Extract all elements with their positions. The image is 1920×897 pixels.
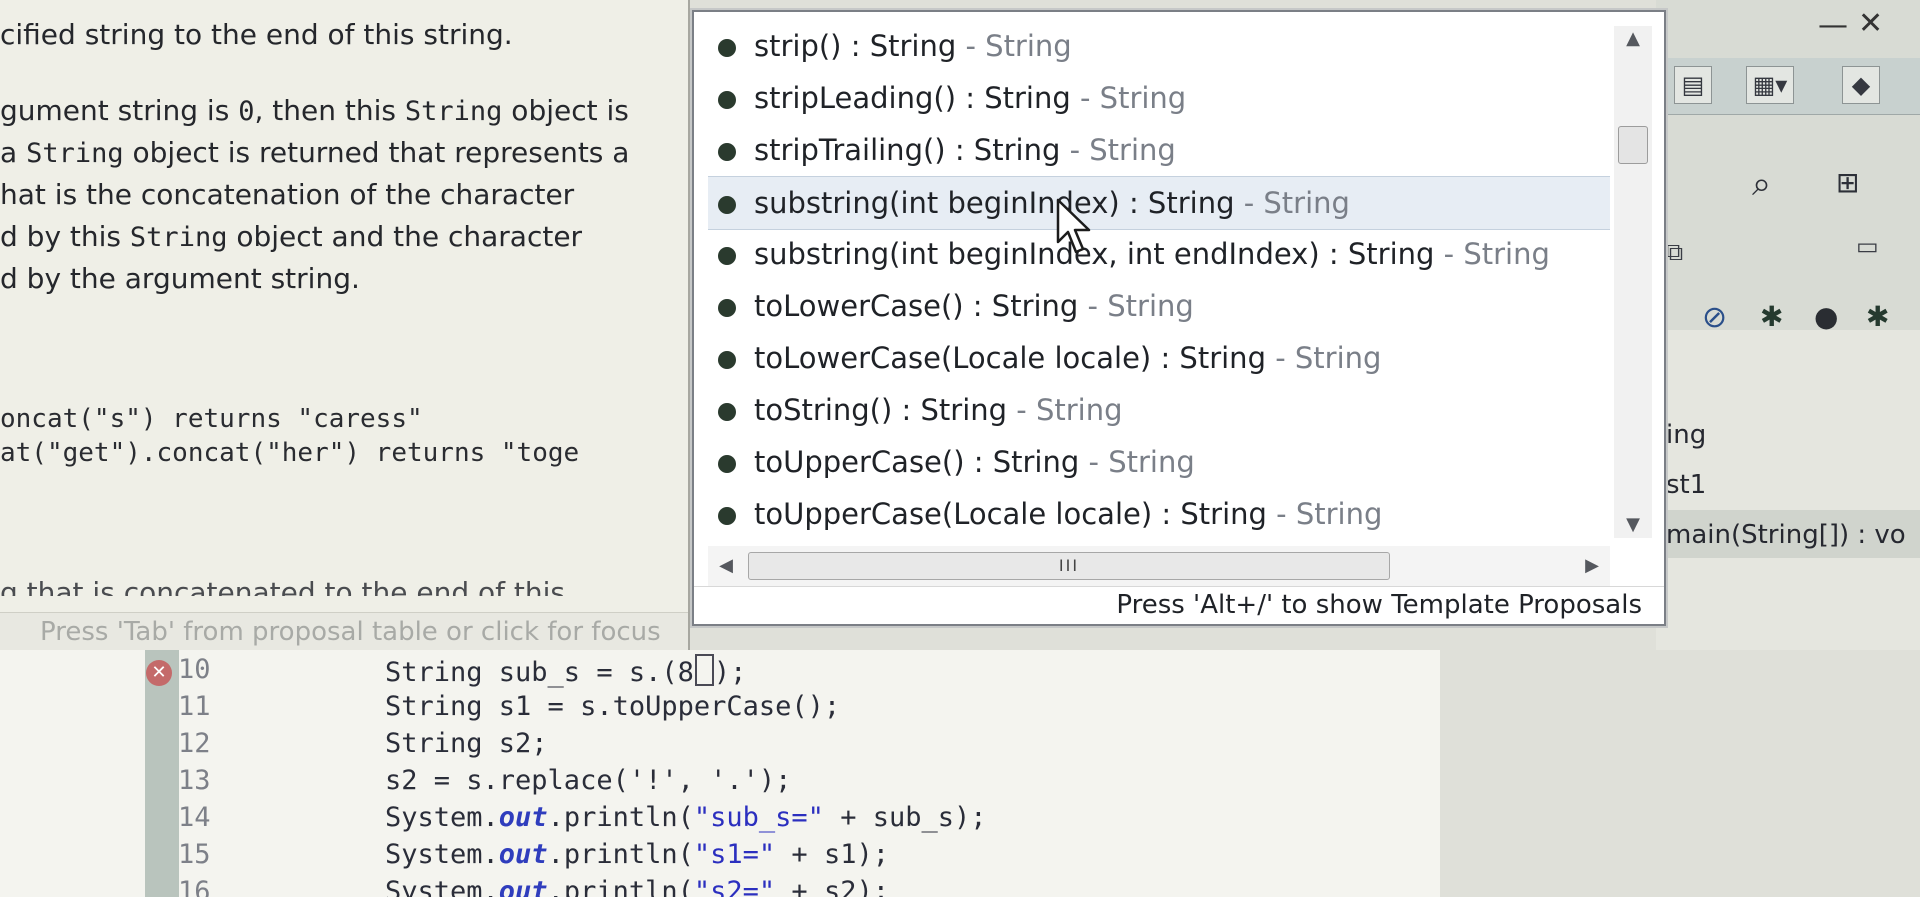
code-line[interactable]: 16 System.out.println("s2=" + s2); <box>0 872 1440 897</box>
javadoc-text-line: cified string to the end of this string. <box>0 18 513 51</box>
watch-icon[interactable]: ✱ <box>1760 300 1783 333</box>
javadoc-text-line: a String object is returned that represe… <box>0 136 630 169</box>
mouse-pointer-icon <box>1056 198 1091 254</box>
method-icon <box>718 39 736 57</box>
scroll-thumb[interactable]: III <box>748 552 1390 580</box>
proposal-item[interactable]: toLowerCase() : String - String <box>708 280 1610 332</box>
pin-icon[interactable]: ✱ <box>1866 300 1889 333</box>
proposal-item[interactable]: toString() : String - String <box>708 384 1610 436</box>
code-text[interactable]: String sub_s = s.(8); <box>385 654 746 688</box>
code-line[interactable]: 11 String s1 = s.toUpperCase(); <box>0 687 1440 724</box>
code-text[interactable]: System.out.println("s1=" + s1); <box>385 839 889 870</box>
javadoc-status-bar[interactable]: Press 'Tab' from proposal table or click… <box>0 612 688 650</box>
template-proposals-hint: Press 'Alt+/' to show Template Proposals <box>694 586 1664 623</box>
code-line[interactable]: 15 System.out.println("s1=" + s1); <box>0 835 1440 872</box>
proposal-item[interactable]: stripLeading() : String - String <box>708 72 1610 124</box>
javadoc-text-line: gument string is 0, then this String obj… <box>0 94 629 127</box>
code-text[interactable]: String s1 = s.toUpperCase(); <box>385 691 840 722</box>
javadoc-hover-panel: cified string to the end of this string.… <box>0 0 690 650</box>
method-icon <box>718 196 736 214</box>
search-icon[interactable]: ⌕ <box>1752 164 1771 204</box>
proposal-item[interactable]: stripTrailing() : String - String <box>708 124 1610 176</box>
code-text[interactable]: System.out.println("sub_s=" + sub_s); <box>385 802 987 833</box>
proposal-item[interactable]: strip() : String - String <box>708 20 1610 72</box>
error-icon[interactable]: ✕ <box>146 660 172 686</box>
outline-item[interactable]: main(String[]) : vo <box>1666 520 1906 550</box>
line-number: 13 <box>178 765 211 796</box>
restore-icon[interactable]: ⧉ <box>1666 238 1683 266</box>
minimize-icon[interactable]: ▭ <box>1856 232 1879 260</box>
code-line[interactable]: 14 System.out.println("sub_s=" + sub_s); <box>0 798 1440 835</box>
line-number: 11 <box>178 691 211 722</box>
scroll-thumb[interactable] <box>1618 126 1648 164</box>
code-editor[interactable]: ✕ 10 String sub_s = s.(8); 11 String s1 … <box>0 650 1440 897</box>
layout-icon[interactable]: ⊞ <box>1836 166 1859 199</box>
method-icon <box>718 247 736 265</box>
window-minimize-button[interactable]: — <box>1818 8 1848 43</box>
method-icon <box>718 91 736 109</box>
method-icon <box>718 403 736 421</box>
line-number: 14 <box>178 802 211 833</box>
javadoc-text-line: d by the argument string. <box>0 262 360 295</box>
window-close-button[interactable]: ✕ <box>1858 6 1883 41</box>
code-text[interactable]: s2 = s.replace('!', '.'); <box>385 765 791 796</box>
method-icon <box>718 455 736 473</box>
javadoc-example-line: at("get").concat("her") returns "toge <box>0 438 580 468</box>
clipboard-icon[interactable]: ▦▾ <box>1746 66 1794 104</box>
method-icon <box>718 143 736 161</box>
dot-icon[interactable]: ● <box>1814 300 1838 333</box>
javadoc-text-line: d by this String object and the characte… <box>0 220 583 253</box>
save-icon[interactable]: ▤ <box>1674 66 1712 104</box>
javadoc-text-line: hat is the concatenation of the characte… <box>0 178 575 211</box>
proposal-vertical-scrollbar[interactable]: ▲ ▼ <box>1614 26 1652 538</box>
ide-toolbar: ▤ ▦▾ ◆ <box>1656 58 1920 115</box>
javadoc-example-line: oncat("s") returns "caress" <box>0 404 423 434</box>
code-line[interactable]: 12 String s2; <box>0 724 1440 761</box>
outline-item[interactable]: ing <box>1666 420 1706 450</box>
proposal-list[interactable]: strip() : String - String stripLeading()… <box>708 20 1610 546</box>
code-line[interactable]: 13 s2 = s.replace('!', '.'); <box>0 761 1440 798</box>
code-text[interactable]: System.out.println("s2=" + s2); <box>385 876 889 897</box>
text-cursor <box>694 654 714 686</box>
line-number: 15 <box>178 839 211 870</box>
proposal-item[interactable]: toUpperCase(Locale locale) : String - St… <box>708 488 1610 540</box>
proposal-item[interactable]: toUpperCase() : String - String <box>708 436 1610 488</box>
method-icon <box>718 351 736 369</box>
code-text[interactable]: String s2; <box>385 728 548 759</box>
proposal-horizontal-scrollbar[interactable]: ◀ III ▶ <box>708 546 1610 586</box>
scroll-up-icon[interactable]: ▲ <box>1614 26 1652 52</box>
scroll-left-icon[interactable]: ◀ <box>708 546 744 586</box>
line-number: 12 <box>178 728 211 759</box>
scroll-down-icon[interactable]: ▼ <box>1614 512 1652 538</box>
proposal-item[interactable]: substring(int beginIndex, int endIndex) … <box>708 228 1610 280</box>
proposal-item-selected[interactable]: substring(int beginIndex) : String - Str… <box>708 176 1610 230</box>
outline-item[interactable]: st1 <box>1666 470 1706 500</box>
code-line[interactable]: ✕ 10 String sub_s = s.(8); <box>0 650 1440 688</box>
content-assist-popup[interactable]: strip() : String - String stripLeading()… <box>692 10 1666 626</box>
method-icon <box>718 507 736 525</box>
javadoc-cut-line: g that is concatenated to the end of thi… <box>0 576 566 596</box>
line-number: 10 <box>178 654 211 685</box>
method-icon <box>718 299 736 317</box>
perspective-icon[interactable]: ◆ <box>1842 66 1880 104</box>
scroll-right-icon[interactable]: ▶ <box>1574 546 1610 586</box>
line-number: 16 <box>178 876 211 897</box>
proposal-item[interactable]: toLowerCase(Locale locale) : String - St… <box>708 332 1610 384</box>
